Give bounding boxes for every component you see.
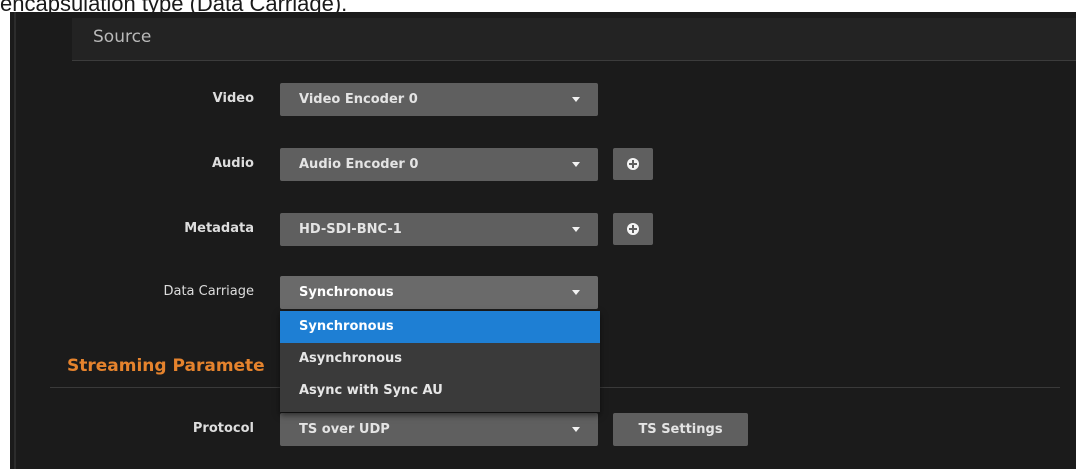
chevron-down-icon <box>572 427 580 432</box>
protocol-select[interactable]: TS over UDP <box>280 413 598 446</box>
data-carriage-select[interactable]: Synchronous <box>280 276 598 309</box>
audio-select[interactable]: Audio Encoder 0 <box>280 148 598 181</box>
chevron-down-icon <box>572 227 580 232</box>
protocol-select-value: TS over UDP <box>299 422 390 437</box>
plus-circle-icon <box>627 223 639 235</box>
data-carriage-dropdown-list: Synchronous Asynchronous Async with Sync… <box>280 311 600 412</box>
metadata-label: Metadata <box>184 221 254 236</box>
chevron-down-icon <box>572 162 580 167</box>
streaming-parameters-title: Streaming Paramete <box>67 356 265 376</box>
chevron-down-icon <box>572 290 580 295</box>
audio-label: Audio <box>211 156 254 171</box>
data-carriage-label: Data Carriage <box>163 284 254 299</box>
data-carriage-select-value: Synchronous <box>299 285 394 300</box>
video-label: Video <box>212 91 254 106</box>
panel-left-border <box>14 12 16 469</box>
protocol-label: Protocol <box>192 421 254 436</box>
dropdown-option-async-with-sync-au[interactable]: Async with Sync AU <box>280 375 600 407</box>
metadata-select[interactable]: HD-SDI-BNC-1 <box>280 213 598 246</box>
chevron-down-icon <box>572 97 580 102</box>
video-select[interactable]: Video Encoder 0 <box>280 83 598 116</box>
add-audio-button[interactable] <box>613 148 653 180</box>
source-section-header <box>72 18 1076 61</box>
dropdown-option-synchronous[interactable]: Synchronous <box>280 311 600 343</box>
source-section-title: Source <box>93 27 152 47</box>
add-metadata-button[interactable] <box>613 213 653 245</box>
audio-select-value: Audio Encoder 0 <box>299 157 419 172</box>
ts-settings-button[interactable]: TS Settings <box>613 413 748 446</box>
metadata-select-value: HD-SDI-BNC-1 <box>299 222 402 237</box>
dropdown-option-asynchronous[interactable]: Asynchronous <box>280 343 600 375</box>
video-select-value: Video Encoder 0 <box>299 92 418 107</box>
plus-circle-icon <box>627 158 639 170</box>
